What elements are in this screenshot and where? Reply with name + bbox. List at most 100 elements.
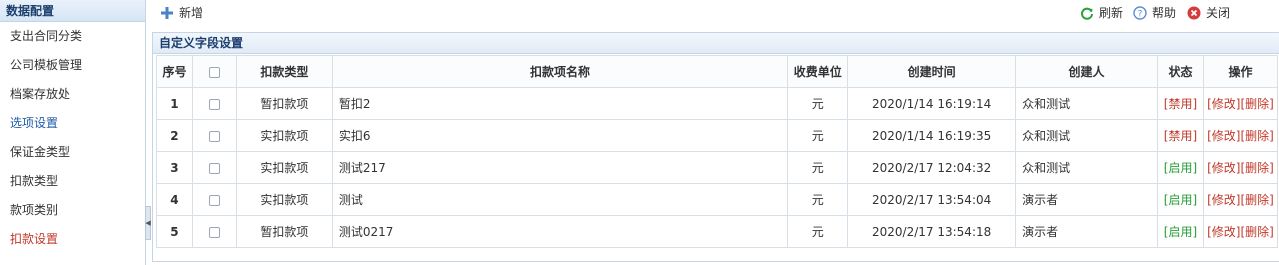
- row-index: 1: [156, 87, 193, 120]
- edit-link[interactable]: [修改]: [1207, 193, 1240, 207]
- row-checkbox[interactable]: [208, 98, 220, 110]
- header-created-time: 创建时间: [847, 55, 1017, 88]
- row-name: 暂扣2: [331, 87, 789, 120]
- custom-field-panel: 自定义字段设置 序号 扣款类型 扣款项名称 收费单位 创建时间 创建人 状态 操…: [152, 32, 1279, 262]
- row-status-cell: [启用]: [1156, 151, 1204, 184]
- header-deduction-type: 扣款类型: [235, 55, 333, 88]
- row-creator: 众和测试: [1015, 151, 1158, 184]
- sidebar-item-deposit-type[interactable]: 保证金类型: [0, 138, 145, 167]
- add-label: 新增: [179, 6, 204, 20]
- refresh-label: 刷新: [1099, 6, 1124, 20]
- row-index: 2: [156, 119, 193, 152]
- sidebar: 数据配置 支出合同分类 公司模板管理 档案存放处 选项设置 保证金类型 扣款类型…: [0, 0, 146, 265]
- row-creator: 演示者: [1015, 215, 1158, 248]
- header-creator: 创建人: [1015, 55, 1158, 88]
- row-checkbox[interactable]: [208, 130, 220, 142]
- panel-title: 自定义字段设置: [153, 33, 1279, 54]
- row-actions-cell: [修改][删除]: [1202, 183, 1279, 216]
- add-button[interactable]: 新增: [160, 0, 203, 26]
- row-unit: 元: [787, 215, 849, 248]
- refresh-button[interactable]: 刷新: [1080, 0, 1123, 26]
- row-created: 2020/2/17 12:04:32: [847, 151, 1017, 184]
- header-deduction-name: 扣款项名称: [331, 55, 789, 88]
- deduction-table: 序号 扣款类型 扣款项名称 收费单位 创建时间 创建人 状态 操作 1 暂扣款项…: [156, 55, 1279, 248]
- help-button[interactable]: ? 帮助: [1133, 0, 1176, 26]
- table-row: 1 暂扣款项 暂扣2 元 2020/1/14 16:19:14 众和测试 [禁用…: [156, 87, 1279, 120]
- close-label: 关闭: [1206, 6, 1231, 20]
- status-toggle-link[interactable]: [启用]: [1164, 225, 1197, 239]
- plus-icon: [160, 6, 174, 20]
- row-select-cell[interactable]: [191, 215, 237, 248]
- sidebar-item-company-template[interactable]: 公司模板管理: [0, 51, 145, 80]
- status-toggle-link[interactable]: [禁用]: [1164, 97, 1197, 111]
- edit-link[interactable]: [修改]: [1207, 129, 1240, 143]
- refresh-icon: [1080, 6, 1094, 20]
- row-type: 实扣款项: [235, 119, 333, 152]
- row-select-cell[interactable]: [191, 87, 237, 120]
- delete-link[interactable]: [删除]: [1240, 193, 1273, 207]
- row-name: 实扣6: [331, 119, 789, 152]
- sidebar-item-expense-contract-category[interactable]: 支出合同分类: [0, 22, 145, 51]
- delete-link[interactable]: [删除]: [1240, 129, 1273, 143]
- edit-link[interactable]: [修改]: [1207, 161, 1240, 175]
- row-created: 2020/2/17 13:54:04: [847, 183, 1017, 216]
- row-index: 3: [156, 151, 193, 184]
- row-status-cell: [启用]: [1156, 183, 1204, 216]
- header-status: 状态: [1156, 55, 1204, 88]
- row-checkbox[interactable]: [208, 194, 220, 206]
- sidebar-item-payment-category[interactable]: 款项类别: [0, 196, 145, 225]
- row-select-cell[interactable]: [191, 183, 237, 216]
- select-all-checkbox[interactable]: [208, 66, 220, 78]
- row-creator: 众和测试: [1015, 119, 1158, 152]
- status-toggle-link[interactable]: [启用]: [1164, 193, 1197, 207]
- row-name: 测试217: [331, 151, 789, 184]
- sidebar-item-deduction-type[interactable]: 扣款类型: [0, 167, 145, 196]
- edit-link[interactable]: [修改]: [1207, 97, 1240, 111]
- row-created: 2020/1/14 16:19:14: [847, 87, 1017, 120]
- status-toggle-link[interactable]: [启用]: [1164, 161, 1197, 175]
- row-unit: 元: [787, 119, 849, 152]
- caret-left-icon: ◀: [145, 219, 151, 227]
- row-checkbox[interactable]: [208, 226, 220, 238]
- header-select-all[interactable]: [191, 55, 237, 88]
- close-icon: [1187, 6, 1201, 20]
- help-icon: ?: [1133, 6, 1147, 20]
- row-select-cell[interactable]: [191, 151, 237, 184]
- sidebar-collapse-handle[interactable]: ◀: [145, 206, 151, 240]
- row-actions-cell: [修改][删除]: [1202, 215, 1279, 248]
- edit-link[interactable]: [修改]: [1207, 225, 1240, 239]
- svg-text:?: ?: [1138, 10, 1143, 20]
- toolbar: 新增 刷新 ? 帮助 关闭: [152, 0, 1279, 26]
- row-unit: 元: [787, 183, 849, 216]
- close-button[interactable]: 关闭: [1187, 0, 1230, 26]
- row-created: 2020/1/14 16:19:35: [847, 119, 1017, 152]
- row-type: 实扣款项: [235, 151, 333, 184]
- row-actions-cell: [修改][删除]: [1202, 87, 1279, 120]
- sidebar-item-archive-location[interactable]: 档案存放处: [0, 80, 145, 109]
- sidebar-item-deduction-settings[interactable]: 扣款设置: [0, 225, 145, 254]
- delete-link[interactable]: [删除]: [1240, 161, 1273, 175]
- row-created: 2020/2/17 13:54:18: [847, 215, 1017, 248]
- row-checkbox[interactable]: [208, 162, 220, 174]
- table-row: 2 实扣款项 实扣6 元 2020/1/14 16:19:35 众和测试 [禁用…: [156, 119, 1279, 152]
- row-creator: 演示者: [1015, 183, 1158, 216]
- row-actions-cell: [修改][删除]: [1202, 151, 1279, 184]
- sidebar-item-option-settings[interactable]: 选项设置: [0, 109, 145, 138]
- header-actions: 操作: [1202, 55, 1279, 88]
- row-type: 暂扣款项: [235, 87, 333, 120]
- table-header-row: 序号 扣款类型 扣款项名称 收费单位 创建时间 创建人 状态 操作: [156, 55, 1279, 88]
- row-select-cell[interactable]: [191, 119, 237, 152]
- row-index: 5: [156, 215, 193, 248]
- row-status-cell: [启用]: [1156, 215, 1204, 248]
- table-row: 3 实扣款项 测试217 元 2020/2/17 12:04:32 众和测试 […: [156, 151, 1279, 184]
- row-unit: 元: [787, 87, 849, 120]
- row-type: 暂扣款项: [235, 215, 333, 248]
- delete-link[interactable]: [删除]: [1240, 225, 1273, 239]
- status-toggle-link[interactable]: [禁用]: [1164, 129, 1197, 143]
- row-name: 测试0217: [331, 215, 789, 248]
- delete-link[interactable]: [删除]: [1240, 97, 1273, 111]
- table-row: 5 暂扣款项 测试0217 元 2020/2/17 13:54:18 演示者 […: [156, 215, 1279, 248]
- row-creator: 众和测试: [1015, 87, 1158, 120]
- row-name: 测试: [331, 183, 789, 216]
- help-label: 帮助: [1152, 6, 1177, 20]
